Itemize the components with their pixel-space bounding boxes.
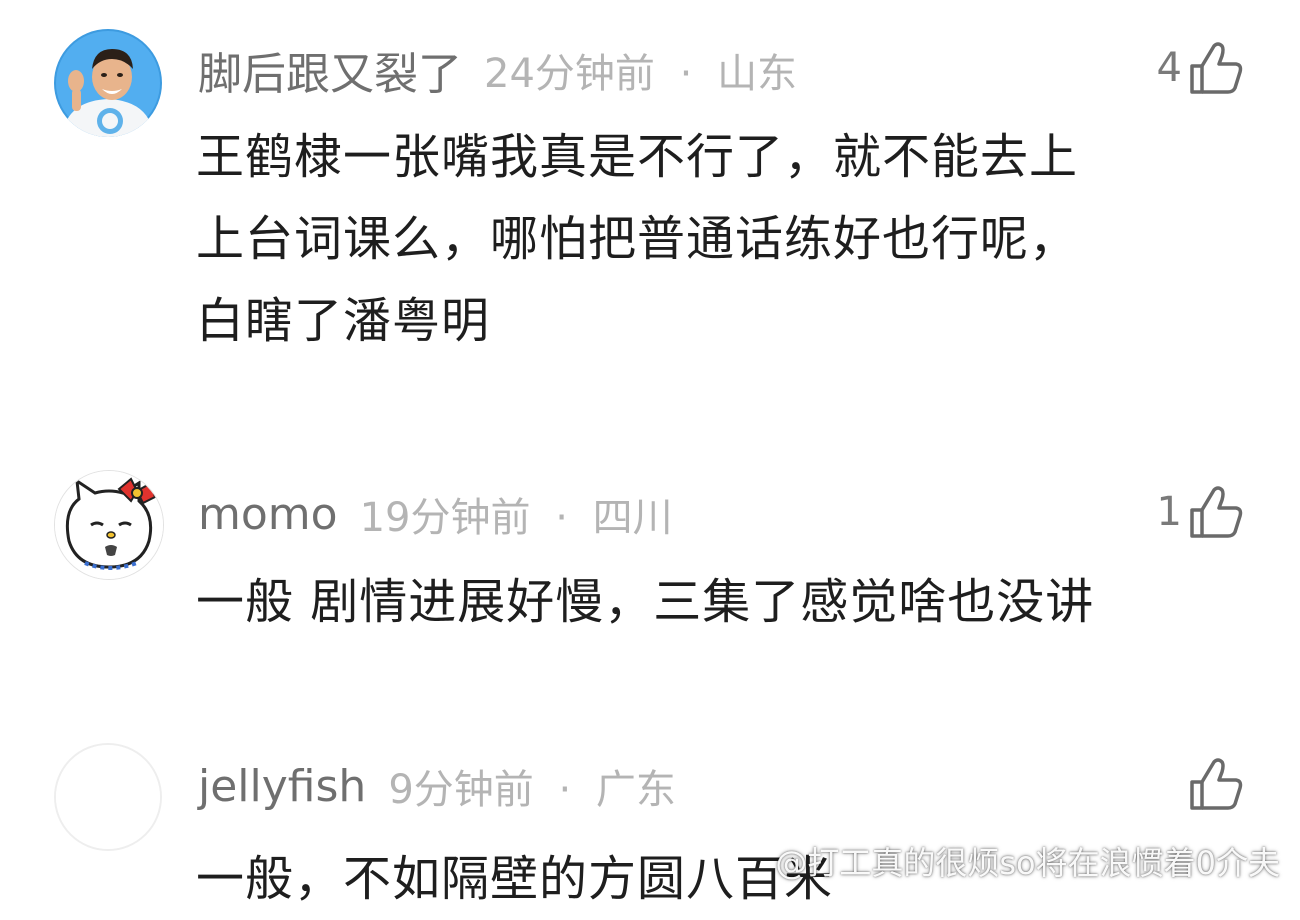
user-avatar[interactable] <box>54 743 162 851</box>
comment-meta: 19分钟前 · 四川 <box>360 485 673 543</box>
meta-separator: · <box>555 495 568 541</box>
like-count: 4 <box>1156 45 1182 91</box>
hello-kitty-avatar-icon <box>55 471 163 579</box>
comment-time: 24分钟前 <box>484 51 655 97</box>
username[interactable]: 脚后跟又裂了 <box>198 38 462 102</box>
comment-meta: 24分钟前 · 山东 <box>484 41 797 99</box>
meta-separator: · <box>679 51 693 97</box>
thumbs-up-icon <box>1190 42 1243 94</box>
user-avatar[interactable] <box>54 470 164 580</box>
comment-header: momo 19分钟前 · 四川 <box>198 484 673 544</box>
like-button[interactable] <box>1182 754 1244 814</box>
username[interactable]: momo <box>198 489 338 540</box>
meta-separator: · <box>558 767 572 813</box>
comment-header: jellyfish 9分钟前 · 广东 <box>198 756 676 816</box>
comment-location: 四川 <box>592 495 673 541</box>
thumbs-up-icon <box>1190 486 1243 538</box>
username[interactable]: jellyfish <box>198 761 366 812</box>
blank-avatar-icon <box>56 745 160 849</box>
watermark: @打工真的很烦so将在浪惯着0介夫 <box>775 844 1280 882</box>
comment-time: 9分钟前 <box>388 767 534 813</box>
like-button[interactable]: 4 <box>1157 38 1244 98</box>
comment-location: 广东 <box>595 767 676 813</box>
comment-text: 王鹤棣一张嘴我真是不行了，就不能去上 上台词课么，哪怕把普通话练好也行呢， 白瞎… <box>196 129 1079 349</box>
comment-location: 山东 <box>717 51 798 97</box>
person-avatar-icon <box>54 29 162 137</box>
like-button[interactable]: 1 <box>1157 482 1244 542</box>
comment-header: 脚后跟又裂了 24分钟前 · 山东 <box>198 40 797 100</box>
comment-text: 一般 剧情进展好慢，三集了感觉啥也没讲 <box>196 574 1095 630</box>
thumbs-up-icon <box>1190 758 1243 810</box>
like-count: 1 <box>1156 489 1182 535</box>
comment-meta: 9分钟前 · 广东 <box>388 757 676 815</box>
user-avatar[interactable] <box>54 29 162 137</box>
comment-time: 19分钟前 <box>359 495 531 541</box>
